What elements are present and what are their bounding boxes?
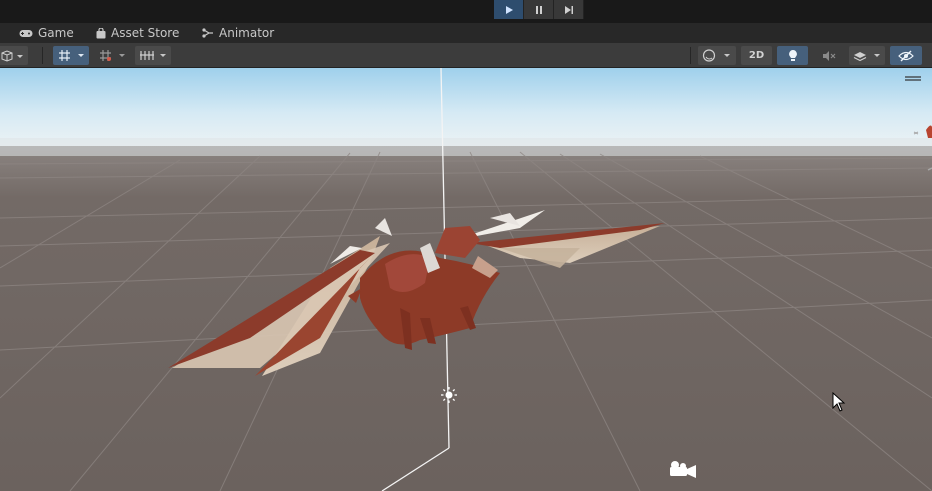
audio-mute-icon xyxy=(822,50,835,61)
scene-canvas[interactable] xyxy=(0,68,932,491)
ruler-dropdown[interactable] xyxy=(135,46,171,65)
eye-hidden-icon xyxy=(898,50,914,61)
effects-icon xyxy=(853,52,880,62)
increment-snap-dropdown[interactable] xyxy=(94,46,130,65)
tab-label: Animator xyxy=(219,26,275,40)
play-icon xyxy=(505,5,513,14)
toolbar-divider xyxy=(42,47,43,64)
sphere-icon xyxy=(702,49,730,62)
draw-mode-dropdown[interactable] xyxy=(0,46,28,65)
pause-icon xyxy=(535,5,542,14)
animator-icon xyxy=(202,28,214,38)
tab-label: Asset Store xyxy=(111,26,180,40)
horizon-haze xyxy=(0,138,932,156)
shading-mode-dropdown[interactable] xyxy=(698,46,736,65)
top-bar xyxy=(0,0,932,23)
lightbulb-icon xyxy=(788,50,797,61)
play-button[interactable] xyxy=(494,0,524,19)
step-button[interactable] xyxy=(554,0,584,19)
mouse-cursor-icon xyxy=(832,392,846,412)
shopping-bag-icon xyxy=(96,27,106,39)
gamepad-icon xyxy=(19,29,33,38)
pause-button[interactable] xyxy=(524,0,554,19)
grid-snapping-toggle[interactable] xyxy=(53,46,89,65)
mode-2d-label: 2D xyxy=(748,50,765,61)
scene-lighting-toggle[interactable] xyxy=(777,46,808,65)
grid-snap-icon xyxy=(59,50,84,61)
scene-audio-toggle[interactable] xyxy=(813,46,844,65)
tab-animator[interactable]: Animator xyxy=(202,23,274,43)
scene-visibility-toggle[interactable] xyxy=(890,46,922,65)
scene-effects-dropdown[interactable] xyxy=(849,46,885,65)
mode-2d-toggle[interactable]: 2D xyxy=(741,46,772,65)
step-icon xyxy=(564,5,573,14)
tab-label: Game xyxy=(38,26,74,40)
toolbar-divider xyxy=(690,47,691,64)
ruler-icon xyxy=(140,51,166,60)
scene-toolbar: 2D xyxy=(0,43,932,68)
tab-game[interactable]: Game xyxy=(19,23,74,43)
scene-viewport[interactable] xyxy=(0,68,932,491)
tab-bar: Game Asset Store Animator xyxy=(0,23,932,43)
cube-icon xyxy=(1,49,23,62)
playmode-controls xyxy=(494,0,584,19)
increment-snap-icon xyxy=(100,50,125,61)
sky xyxy=(0,68,932,150)
overflow-button[interactable] xyxy=(927,46,932,65)
tab-asset-store[interactable]: Asset Store xyxy=(96,23,179,43)
